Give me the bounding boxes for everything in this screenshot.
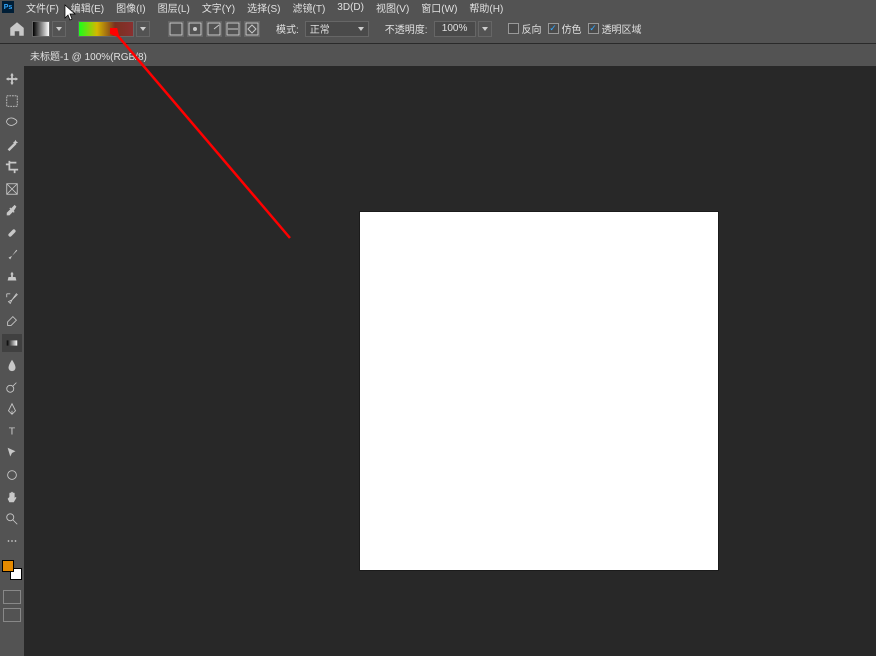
move-tool[interactable] xyxy=(2,70,22,88)
menu-type[interactable]: 文字(Y) xyxy=(196,0,241,15)
document-title: 未标题-1 @ 100%(RGB/8) xyxy=(30,48,147,63)
spot-heal-tool[interactable] xyxy=(2,224,22,242)
toolbar: T xyxy=(0,66,24,626)
opacity-label: 不透明度: xyxy=(385,21,428,36)
menu-select[interactable]: 选择(S) xyxy=(241,0,286,15)
mode-value: 正常 xyxy=(310,21,330,36)
checkbox-checked-icon xyxy=(548,23,559,34)
eraser-tool[interactable] xyxy=(2,312,22,330)
path-select-tool[interactable] xyxy=(2,444,22,462)
document-canvas[interactable] xyxy=(360,212,718,570)
mode-select[interactable]: 正常 xyxy=(305,21,369,37)
menu-filter[interactable]: 滤镜(T) xyxy=(287,0,332,15)
checkbox-icon xyxy=(508,23,519,34)
hand-tool[interactable] xyxy=(2,488,22,506)
menu-edit[interactable]: 编辑(E) xyxy=(65,0,110,15)
menu-view[interactable]: 视图(V) xyxy=(370,0,415,15)
opacity-value[interactable]: 100% xyxy=(434,21,476,37)
color-swatches[interactable] xyxy=(2,560,22,580)
diamond-gradient-button[interactable] xyxy=(244,21,260,37)
eyedropper-tool[interactable] xyxy=(2,202,22,220)
opacity-dropdown[interactable] xyxy=(478,21,492,37)
dither-checkbox[interactable]: 仿色 xyxy=(548,21,582,36)
zoom-tool[interactable] xyxy=(2,510,22,528)
chevron-down-icon xyxy=(358,27,364,31)
checkbox-checked-icon xyxy=(588,23,599,34)
frame-tool[interactable] xyxy=(2,180,22,198)
transparency-checkbox[interactable]: 透明区域 xyxy=(588,21,642,36)
menu-help[interactable]: 帮助(H) xyxy=(463,0,509,15)
ps-logo-icon: Ps xyxy=(2,1,14,13)
clone-stamp-tool[interactable] xyxy=(2,268,22,286)
gradient-preview[interactable] xyxy=(78,21,134,37)
crop-tool[interactable] xyxy=(2,158,22,176)
gradient-preset[interactable] xyxy=(32,21,50,37)
gradient-preset-dropdown[interactable] xyxy=(52,21,66,37)
quick-mask-button[interactable] xyxy=(3,590,21,604)
angle-gradient-button[interactable] xyxy=(206,21,222,37)
magic-wand-tool[interactable] xyxy=(2,136,22,154)
menu-image[interactable]: 图像(I) xyxy=(110,0,151,15)
type-tool[interactable]: T xyxy=(2,422,22,440)
brush-tool[interactable] xyxy=(2,246,22,264)
radial-gradient-button[interactable] xyxy=(187,21,203,37)
gradient-tool[interactable] xyxy=(2,334,22,352)
linear-gradient-button[interactable] xyxy=(168,21,184,37)
menu-3d[interactable]: 3D(D) xyxy=(331,2,370,13)
dodge-tool[interactable] xyxy=(2,378,22,396)
blur-tool[interactable] xyxy=(2,356,22,374)
pen-tool[interactable] xyxy=(2,400,22,418)
gradient-picker-dropdown[interactable] xyxy=(136,21,150,37)
chevron-down-icon xyxy=(482,27,488,31)
chevron-down-icon xyxy=(56,27,62,31)
menu-file[interactable]: 文件(F) xyxy=(20,0,65,15)
edit-toolbar-button[interactable] xyxy=(2,532,22,550)
home-icon[interactable] xyxy=(8,20,26,38)
canvas-area xyxy=(24,66,876,656)
reverse-label: 反向 xyxy=(522,21,542,36)
history-brush-tool[interactable] xyxy=(2,290,22,308)
shape-tool[interactable] xyxy=(2,466,22,484)
chevron-down-icon xyxy=(140,27,146,31)
reverse-checkbox[interactable]: 反向 xyxy=(508,21,542,36)
options-bar: 模式: 正常 不透明度: 100% 反向 仿色 透明区域 xyxy=(0,14,876,44)
transparency-label: 透明区域 xyxy=(602,21,642,36)
svg-text:T: T xyxy=(9,426,16,438)
mode-label: 模式: xyxy=(276,21,299,36)
document-tab[interactable]: 未标题-1 @ 100%(RGB/8) xyxy=(0,44,876,66)
menu-bar: Ps 文件(F) 编辑(E) 图像(I) 图层(L) 文字(Y) 选择(S) 滤… xyxy=(0,0,876,14)
marquee-tool[interactable] xyxy=(2,92,22,110)
dither-label: 仿色 xyxy=(562,21,582,36)
menu-layer[interactable]: 图层(L) xyxy=(152,0,196,15)
lasso-tool[interactable] xyxy=(2,114,22,132)
menu-window[interactable]: 窗口(W) xyxy=(415,0,463,15)
foreground-color-swatch[interactable] xyxy=(2,560,14,572)
screen-mode-button[interactable] xyxy=(3,608,21,622)
reflected-gradient-button[interactable] xyxy=(225,21,241,37)
